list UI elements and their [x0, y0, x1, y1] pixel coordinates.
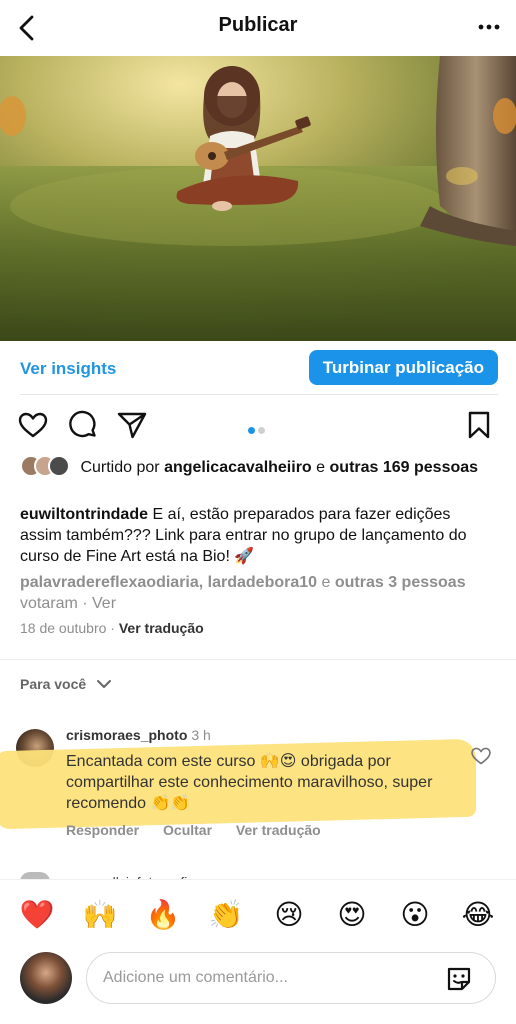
post-image — [0, 56, 516, 341]
see-translation-link[interactable]: Ver tradução — [119, 620, 204, 636]
likes-joiner: e — [316, 459, 326, 476]
reaction-laughing[interactable]: 😂 — [460, 897, 496, 933]
votes-suffix: votaram · Ver — [20, 595, 117, 612]
reaction-fire[interactable]: 🔥 — [145, 897, 181, 933]
heart-icon[interactable] — [470, 745, 492, 767]
reaction-surprised[interactable]: 😮 — [397, 897, 433, 933]
heart-icon[interactable] — [17, 409, 49, 441]
comment-sort-selector[interactable]: Para você — [20, 676, 112, 692]
votes-others[interactable]: outras 3 pessoas — [335, 574, 466, 591]
reply-button[interactable]: Responder — [66, 822, 139, 838]
boost-post-button[interactable]: Turbinar publicação — [308, 350, 498, 385]
see-translation-link[interactable]: Ver tradução — [236, 822, 321, 838]
post-caption: euwiltontrindade E aí, estão preparados … — [20, 504, 480, 567]
comment-input-placeholder: Adicione um comentário... — [103, 969, 288, 986]
reaction-raised-hands[interactable]: 🙌 — [82, 897, 118, 933]
carousel-indicator — [248, 421, 268, 439]
top-bar: Publicar — [0, 0, 516, 56]
comment-username-line: crismoraes_photo 3 h — [66, 727, 211, 743]
carousel-dot — [258, 427, 265, 434]
bookmark-icon[interactable] — [463, 409, 495, 441]
likes-prefix: Curtido por — [80, 459, 160, 476]
post-photo[interactable] — [0, 56, 516, 341]
comment-username[interactable]: crismoraes_photo — [66, 727, 187, 743]
avatar — [20, 952, 72, 1004]
liker-avatars — [20, 455, 76, 477]
likes-others[interactable]: outras 169 pessoas — [330, 459, 479, 476]
meta-separator: · — [110, 620, 115, 636]
comment-time: 3 h — [191, 727, 211, 743]
chevron-down-icon — [97, 680, 112, 688]
comment-input[interactable]: Adicione um comentário... — [86, 952, 496, 1004]
sort-label: Para você — [20, 676, 87, 692]
post-date: 18 de outubro — [20, 620, 107, 636]
page-title: Publicar — [218, 14, 298, 36]
likes-summary[interactable]: Curtido por angelicacavalheiiro e outras… — [20, 455, 490, 478]
reaction-crying[interactable]: 😢 — [271, 897, 307, 933]
comment-item: crismoraes_photo 3 h Encantada com este c… — [0, 725, 516, 845]
votes-joiner: e — [321, 574, 331, 591]
view-insights-link[interactable]: Ver insights — [20, 359, 116, 379]
sticker-icon[interactable] — [445, 965, 473, 993]
divider — [0, 659, 516, 660]
quick-reactions-bar: ❤️ 🙌 🔥 👏 😢 😍 😮 😂 — [0, 879, 516, 949]
reaction-heart-eyes[interactable]: 😍 — [334, 897, 370, 933]
comment-icon[interactable] — [67, 409, 99, 441]
insights-row: Ver insights Turbinar publicação — [0, 350, 516, 388]
caption-username[interactable]: euwiltontrindade — [20, 506, 148, 523]
avatar — [48, 455, 70, 477]
carousel-dot-active — [248, 427, 255, 434]
liker-username[interactable]: angelicacavalheiiro — [164, 459, 312, 476]
reaction-clap[interactable]: 👏 — [208, 897, 244, 933]
comment-text: Encantada com este curso 🙌😍 obrigada por… — [66, 753, 433, 812]
post-meta: 18 de outubro · Ver tradução — [20, 620, 204, 636]
voter-usernames[interactable]: palavradereflexaodiaria, lardadebora10 — [20, 574, 317, 591]
vote-summary[interactable]: palavradereflexaodiaria, lardadebora10 e… — [20, 572, 480, 614]
comment-composer: Adicione um comentário... — [0, 950, 516, 1024]
more-icon[interactable] — [476, 14, 502, 40]
post-actions — [0, 405, 516, 447]
hide-button[interactable]: Ocultar — [163, 822, 212, 838]
divider — [20, 394, 498, 395]
comment-actions: Responder Ocultar Ver tradução — [66, 822, 341, 838]
share-icon[interactable] — [116, 409, 148, 441]
reaction-heart[interactable]: ❤️ — [19, 897, 55, 933]
